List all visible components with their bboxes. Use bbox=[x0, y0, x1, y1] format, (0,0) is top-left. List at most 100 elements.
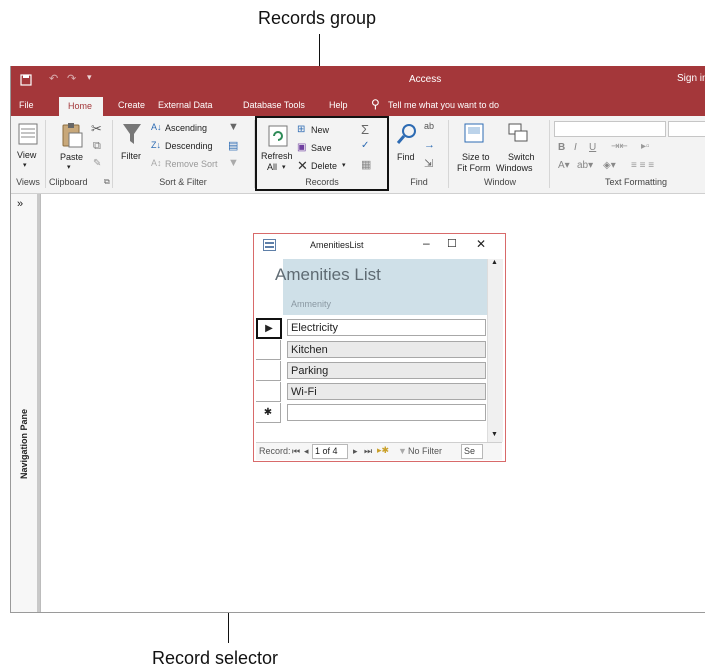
font-name-box[interactable] bbox=[554, 121, 666, 137]
bold-icon[interactable]: B bbox=[558, 142, 565, 153]
find-icon[interactable] bbox=[396, 122, 418, 146]
tell-me-box[interactable]: Tell me what you want to do bbox=[388, 100, 499, 110]
size-to-fit-button-line2[interactable]: Fit Form bbox=[457, 163, 491, 173]
record-selector[interactable] bbox=[256, 382, 281, 402]
filter-icon[interactable] bbox=[121, 122, 143, 146]
indent-icon[interactable]: ⇥⇤ bbox=[611, 141, 628, 152]
select-icon[interactable]: ⇲ bbox=[424, 157, 433, 170]
redo-icon[interactable]: ↷ bbox=[67, 72, 76, 85]
nav-pane-splitter[interactable] bbox=[37, 194, 40, 612]
underline-icon[interactable]: U bbox=[589, 142, 596, 153]
close-icon[interactable]: ✕ bbox=[476, 237, 486, 251]
delete-button[interactable]: Delete bbox=[311, 161, 337, 171]
scroll-up-icon[interactable]: ▲ bbox=[491, 259, 498, 266]
previous-record-icon[interactable]: ◂ bbox=[304, 446, 309, 457]
size-to-fit-icon[interactable] bbox=[463, 122, 485, 144]
switch-windows-button[interactable]: Switch bbox=[508, 152, 535, 162]
fill-icon[interactable]: ◈▾ bbox=[603, 160, 616, 171]
navigation-pane[interactable]: » Navigation Pane bbox=[11, 194, 41, 612]
replace-icon[interactable]: ab bbox=[424, 121, 434, 131]
expand-nav-icon[interactable]: » bbox=[17, 198, 23, 210]
descending-button[interactable]: Descending bbox=[165, 141, 213, 151]
filter-status[interactable]: No Filter bbox=[408, 446, 442, 456]
save-icon[interactable] bbox=[20, 74, 32, 86]
maximize-icon[interactable]: ☐ bbox=[447, 237, 457, 250]
advanced-filter-icon[interactable]: ▤ bbox=[228, 139, 238, 152]
sign-in-link[interactable]: Sign in bbox=[677, 73, 705, 84]
next-record-icon[interactable]: ▸ bbox=[353, 446, 358, 457]
spelling-icon[interactable]: ✓ bbox=[361, 140, 369, 151]
last-record-icon[interactable]: ⏭ bbox=[364, 446, 372, 457]
search-box[interactable]: Se bbox=[461, 444, 483, 459]
undo-icon[interactable]: ↶ bbox=[49, 72, 58, 85]
amenity-field[interactable] bbox=[287, 404, 486, 421]
tab-external-data[interactable]: External Data bbox=[158, 100, 213, 110]
column-label: Ammenity bbox=[291, 299, 332, 309]
font-size-box[interactable] bbox=[668, 121, 705, 137]
minimize-icon[interactable]: – bbox=[423, 236, 430, 250]
table-row[interactable]: Parking bbox=[254, 361, 505, 381]
table-row[interactable]: Wi-Fi bbox=[254, 382, 505, 402]
paragraph-icon[interactable]: ▸▫ bbox=[641, 141, 650, 152]
amenities-form-window[interactable]: AmenitiesList – ☐ ✕ Amenities List Ammen… bbox=[253, 233, 506, 462]
clipboard-launcher-icon[interactable]: ⧉ bbox=[104, 177, 110, 187]
new-button[interactable]: New bbox=[311, 125, 329, 135]
scroll-down-icon[interactable]: ▼ bbox=[491, 431, 498, 438]
record-selector[interactable] bbox=[256, 340, 281, 360]
views-group-label: Views bbox=[16, 177, 40, 187]
find-button[interactable]: Find bbox=[397, 152, 415, 162]
selection-icon[interactable]: ▼ bbox=[228, 121, 239, 133]
lightbulb-icon[interactable]: ⚲ bbox=[371, 97, 380, 111]
ascending-button[interactable]: Ascending bbox=[165, 123, 207, 133]
tab-home[interactable]: Home bbox=[59, 97, 103, 116]
toggle-filter-icon[interactable]: ▼ bbox=[228, 157, 239, 169]
paste-icon[interactable] bbox=[60, 122, 84, 148]
record-selector[interactable]: ▶ bbox=[256, 318, 282, 339]
refresh-all-button-line2[interactable]: All bbox=[267, 162, 277, 172]
record-selector[interactable] bbox=[256, 361, 281, 381]
size-to-fit-button[interactable]: Size to bbox=[462, 152, 490, 162]
current-record-box[interactable]: 1 of 4 bbox=[312, 444, 348, 459]
delete-dropdown-icon[interactable]: ▾ bbox=[342, 161, 346, 169]
amenity-field[interactable]: Wi-Fi bbox=[287, 383, 486, 400]
customize-quick-access-icon[interactable]: ▾ bbox=[87, 72, 92, 83]
totals-icon[interactable]: Σ bbox=[361, 122, 369, 137]
remove-sort-button[interactable]: Remove Sort bbox=[165, 159, 218, 169]
highlight-icon[interactable]: ab▾ bbox=[577, 160, 593, 171]
new-record-row[interactable]: ✱ bbox=[254, 403, 505, 423]
first-record-icon[interactable]: ⏮ bbox=[292, 446, 300, 457]
view-icon[interactable] bbox=[17, 122, 39, 146]
copy-icon[interactable]: ⧉ bbox=[93, 140, 101, 153]
vertical-scrollbar[interactable]: ▲ ▼ bbox=[487, 259, 503, 442]
switch-windows-icon[interactable] bbox=[507, 122, 529, 144]
more-icon[interactable]: ▦ bbox=[361, 158, 371, 171]
amenity-field[interactable]: Kitchen bbox=[287, 341, 486, 358]
paste-button[interactable]: Paste bbox=[60, 152, 83, 162]
filter-button[interactable]: Filter bbox=[121, 151, 141, 161]
font-color-icon[interactable]: A▾ bbox=[558, 160, 570, 171]
new-record-icon: ⊞ bbox=[297, 124, 306, 135]
table-row[interactable]: ▶ Electricity bbox=[254, 318, 505, 339]
format-painter-icon[interactable]: ✎ bbox=[93, 158, 101, 169]
tab-database-tools[interactable]: Database Tools bbox=[243, 100, 305, 110]
align-icon[interactable]: ≡ ≡ ≡ bbox=[631, 160, 654, 171]
refresh-all-icon[interactable] bbox=[267, 124, 289, 148]
new-record-selector[interactable]: ✱ bbox=[256, 403, 281, 423]
goto-icon[interactable]: → bbox=[424, 139, 435, 151]
view-button[interactable]: View bbox=[17, 150, 36, 160]
cut-icon[interactable]: ✂ bbox=[91, 121, 102, 137]
tab-create[interactable]: Create bbox=[118, 100, 145, 110]
amenity-field[interactable]: Parking bbox=[287, 362, 486, 379]
tab-help[interactable]: Help bbox=[329, 100, 348, 110]
save-button[interactable]: Save bbox=[311, 143, 332, 153]
paste-dropdown-icon[interactable]: ▾ bbox=[67, 163, 71, 171]
tab-file[interactable]: File bbox=[19, 100, 34, 110]
refresh-dropdown-icon[interactable]: ▾ bbox=[282, 163, 286, 171]
switch-windows-button-line2[interactable]: Windows bbox=[496, 163, 533, 173]
italic-icon[interactable]: I bbox=[574, 142, 577, 153]
new-record-nav-icon[interactable]: ▸✱ bbox=[377, 445, 389, 456]
refresh-all-button[interactable]: Refresh bbox=[261, 151, 293, 161]
amenity-field[interactable]: Electricity bbox=[287, 319, 486, 336]
table-row[interactable]: Kitchen bbox=[254, 340, 505, 360]
view-dropdown-icon[interactable]: ▾ bbox=[23, 161, 27, 169]
